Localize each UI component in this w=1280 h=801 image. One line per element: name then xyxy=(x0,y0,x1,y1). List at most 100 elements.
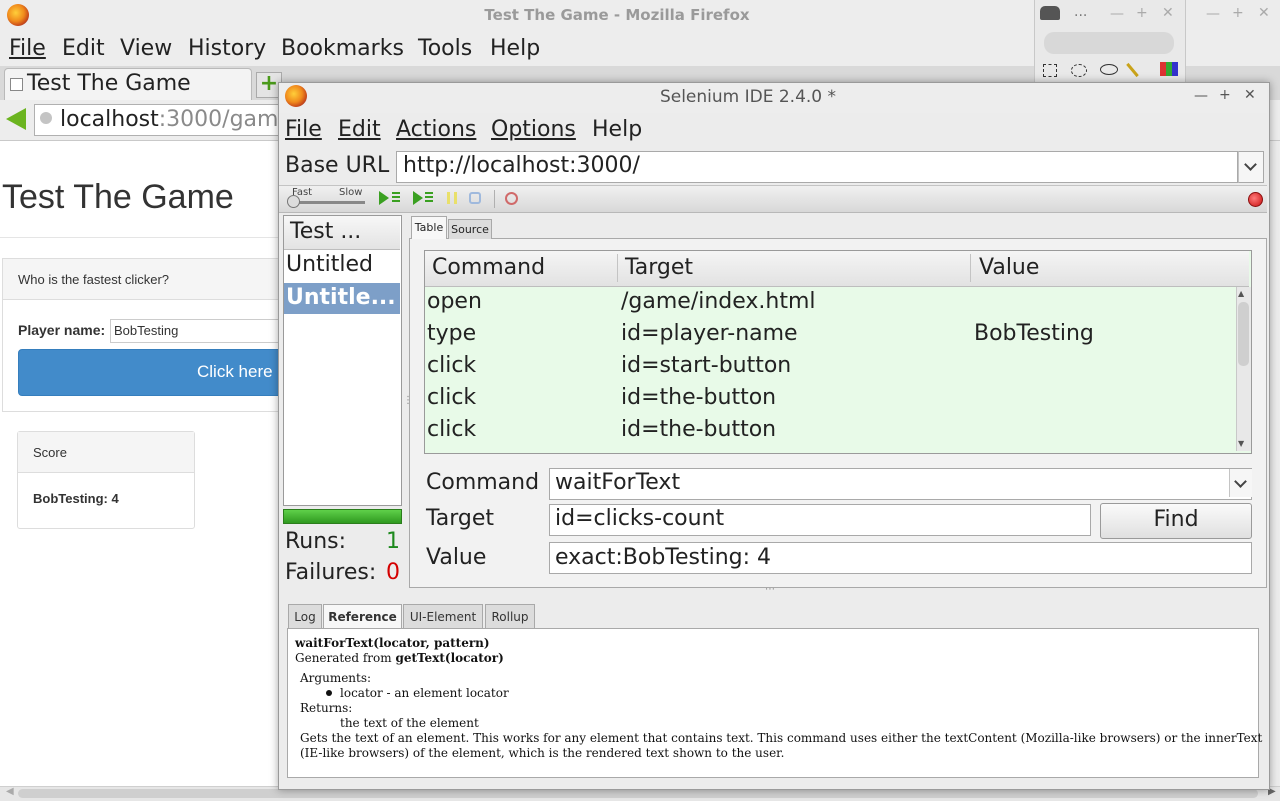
command-label: Command xyxy=(426,470,540,495)
scroll-left-arrow-icon[interactable]: ◀ xyxy=(6,786,14,797)
sel-menu-edit[interactable]: Edit xyxy=(338,117,381,142)
tab-ui-element[interactable]: UI-Element xyxy=(403,604,483,629)
question-text: Who is the fastest clicker? xyxy=(18,272,169,287)
score-value: BobTesting: 4 xyxy=(33,491,119,506)
rect-select-icon[interactable] xyxy=(1043,64,1057,77)
lasso-icon[interactable] xyxy=(1100,64,1118,75)
divider xyxy=(0,237,278,238)
command-cell[interactable]: click xyxy=(427,385,476,410)
test-case-item-selected-label: Untitle... xyxy=(286,285,396,310)
gimp-logo-icon xyxy=(1040,6,1060,20)
menu-history[interactable]: History xyxy=(188,36,266,61)
tab-favicon-icon xyxy=(10,78,23,91)
tab-source[interactable]: Source xyxy=(448,219,492,239)
minimize-button[interactable]: — xyxy=(1206,6,1220,22)
reference-description: Gets the text of an element. This works … xyxy=(300,731,1263,745)
gimp-title: ... xyxy=(1074,4,1088,20)
scroll-up-arrow-icon[interactable]: ▲ xyxy=(1238,289,1244,298)
runs-label: Runs: xyxy=(285,529,347,554)
value-cell[interactable]: BobTesting xyxy=(974,321,1094,346)
target-cell[interactable]: id=the-button xyxy=(621,417,776,442)
command-cell[interactable]: click xyxy=(427,353,476,378)
click-here-label: Click here xyxy=(197,362,273,381)
value-input-value: exact:BobTesting: 4 xyxy=(555,545,772,570)
gimp-drop-area xyxy=(1044,32,1174,54)
command-input-value: waitForText xyxy=(555,470,681,495)
maximize-button[interactable]: + xyxy=(1232,5,1244,21)
column-separator[interactable] xyxy=(970,254,971,282)
speed-slider-track[interactable] xyxy=(289,201,365,204)
menu-tools[interactable]: Tools xyxy=(418,36,472,61)
menu-help[interactable]: Help xyxy=(490,36,540,61)
selenium-menubar: File Edit Actions Options Help xyxy=(279,113,1267,149)
menu-view[interactable]: View xyxy=(120,36,172,61)
reference-generated-from: Generated from getText(locator) xyxy=(295,651,504,665)
command-table-scrollbar-thumb[interactable] xyxy=(1238,302,1249,366)
reference-description: (IE-like browsers) of the element, which… xyxy=(300,746,785,760)
horizontal-scrollbar-thumb[interactable] xyxy=(18,789,1258,798)
target-label: Target xyxy=(426,506,495,531)
sel-menu-file[interactable]: File xyxy=(285,117,322,142)
page-title: Test The Game xyxy=(2,178,234,216)
selenium-close-button[interactable]: ✕ xyxy=(1244,87,1256,103)
gimp-maximize-button[interactable]: + xyxy=(1136,5,1148,21)
column-header-target[interactable]: Target xyxy=(625,255,693,280)
tab-rollup[interactable]: Rollup xyxy=(485,604,535,629)
tab-title: Test The Game xyxy=(27,71,191,96)
record-button-icon[interactable] xyxy=(1248,192,1263,207)
selenium-window-title: Selenium IDE 2.4.0 * xyxy=(659,87,837,107)
ellipse-select-icon[interactable] xyxy=(1071,64,1087,77)
horizontal-splitter-grip[interactable]: ⋯ xyxy=(765,584,775,595)
tab-reference[interactable]: Reference xyxy=(323,604,402,629)
color-select-icon[interactable] xyxy=(1160,62,1178,76)
pause-icon[interactable] xyxy=(447,192,457,204)
sel-menu-options[interactable]: Options xyxy=(491,117,576,142)
speed-slider-handle[interactable] xyxy=(287,195,300,208)
player-name-label: Player name: xyxy=(18,322,106,338)
command-cell[interactable]: open xyxy=(427,289,482,314)
column-header-command[interactable]: Command xyxy=(432,255,545,280)
tab-log[interactable]: Log xyxy=(288,604,322,629)
play-suite-list-icon xyxy=(392,192,400,204)
play-test-list-icon xyxy=(425,192,433,204)
reference-argument: locator - an element locator xyxy=(340,686,509,700)
close-button[interactable]: ✕ xyxy=(1258,5,1270,21)
target-cell[interactable]: /game/index.html xyxy=(621,289,816,314)
command-cell[interactable]: click xyxy=(427,417,476,442)
gimp-close-button[interactable]: ✕ xyxy=(1162,5,1174,21)
sel-menu-help[interactable]: Help xyxy=(592,117,642,142)
selenium-minimize-button[interactable]: — xyxy=(1194,88,1208,104)
scroll-down-arrow-icon[interactable]: ▼ xyxy=(1238,439,1244,448)
menu-bookmarks[interactable]: Bookmarks xyxy=(281,36,404,61)
sel-menu-actions[interactable]: Actions xyxy=(396,117,476,142)
play-suite-icon[interactable] xyxy=(379,191,389,205)
url-text[interactable]: localhost:3000/gam xyxy=(60,107,278,132)
column-separator[interactable] xyxy=(617,254,618,282)
step-icon[interactable] xyxy=(469,192,481,204)
test-case-item[interactable]: Untitled xyxy=(286,252,373,277)
bullet-icon xyxy=(326,690,332,696)
gimp-minimize-button[interactable]: — xyxy=(1110,6,1124,22)
rollup-icon[interactable] xyxy=(505,192,518,205)
base-url-value: http://localhost:3000/ xyxy=(403,153,640,178)
target-cell[interactable]: id=the-button xyxy=(621,385,776,410)
site-identity-icon[interactable] xyxy=(40,112,52,124)
find-button-label: Find xyxy=(1153,507,1199,532)
back-arrow-icon[interactable] xyxy=(6,108,26,130)
menu-file[interactable]: File xyxy=(9,36,46,61)
test-case-header-label: Test ... xyxy=(290,219,362,244)
run-progress-bar xyxy=(283,509,402,524)
target-cell[interactable]: id=player-name xyxy=(621,321,798,346)
target-cell[interactable]: id=start-button xyxy=(621,353,791,378)
selenium-maximize-button[interactable]: + xyxy=(1219,87,1231,103)
play-test-icon[interactable] xyxy=(413,191,423,205)
reference-arguments-label: Arguments: xyxy=(300,671,372,685)
menu-edit[interactable]: Edit xyxy=(62,36,105,61)
tab-table[interactable]: Table xyxy=(411,216,447,239)
column-header-value[interactable]: Value xyxy=(979,255,1039,280)
reference-returns: the text of the element xyxy=(340,716,479,730)
command-table-header xyxy=(425,251,1249,287)
reference-signature: waitForText(locator, pattern) xyxy=(295,636,490,650)
command-cell[interactable]: type xyxy=(427,321,476,346)
speed-slow-label: Slow xyxy=(339,187,363,198)
